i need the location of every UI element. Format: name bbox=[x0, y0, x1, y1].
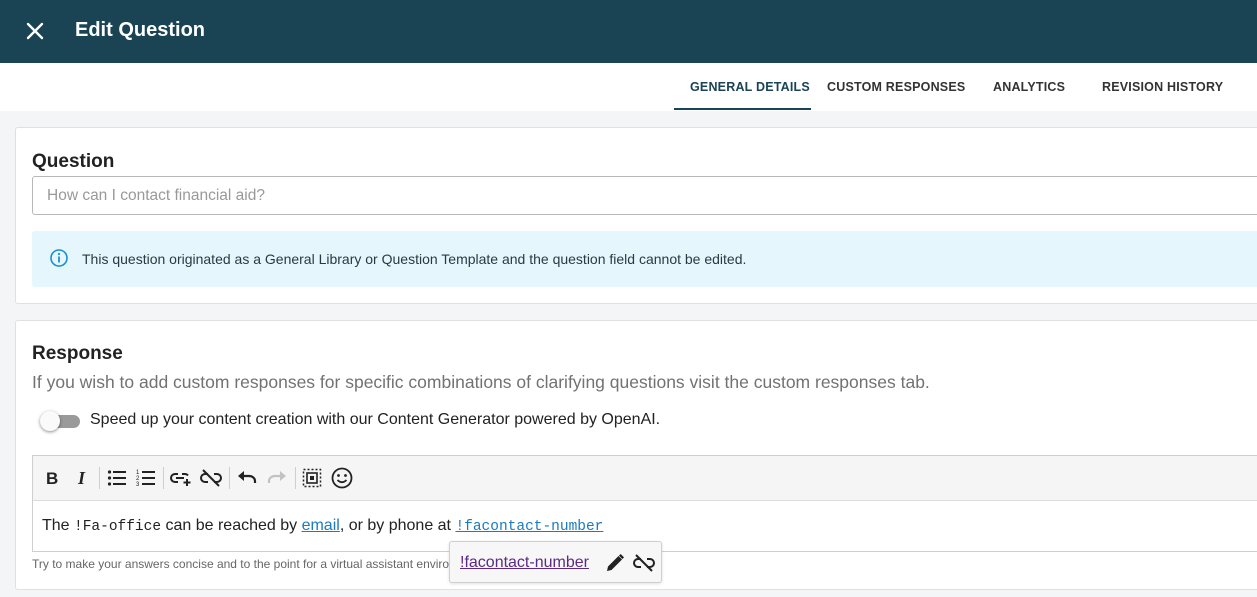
tab-general-details[interactable]: GENERAL DETAILS bbox=[690, 80, 810, 94]
numbered-list-icon[interactable]: 1 2 3 bbox=[133, 466, 159, 490]
content-text: can be reached by bbox=[161, 517, 302, 534]
pencil-icon[interactable] bbox=[603, 551, 627, 575]
unlink-icon[interactable] bbox=[632, 551, 656, 575]
tab-custom-responses[interactable]: CUSTOM RESPONSES bbox=[827, 80, 965, 94]
toggle-knob bbox=[40, 411, 60, 431]
notice-text: This question originated as a General Li… bbox=[82, 251, 747, 267]
svg-text:I: I bbox=[77, 469, 86, 487]
emoji-icon[interactable] bbox=[329, 466, 355, 490]
svg-text:3: 3 bbox=[136, 482, 140, 487]
tab-bar: GENERAL DETAILS CUSTOM RESPONSES ANALYTI… bbox=[0, 63, 1257, 111]
editor-toolbar: B I 1 2 3 bbox=[33, 456, 1257, 501]
close-icon[interactable] bbox=[24, 20, 46, 42]
redo-icon[interactable] bbox=[264, 466, 290, 490]
question-heading: Question bbox=[32, 151, 115, 172]
response-subtitle: If you wish to add custom responses for … bbox=[32, 372, 930, 392]
popover-link[interactable]: !facontact-number bbox=[460, 554, 589, 572]
svg-text:B: B bbox=[46, 469, 58, 487]
link-popover: !facontact-number bbox=[449, 541, 662, 583]
variable-code: !Fa-office bbox=[74, 519, 162, 535]
toolbar-divider bbox=[229, 467, 230, 489]
unlink-icon[interactable] bbox=[198, 466, 224, 490]
italic-icon[interactable]: I bbox=[69, 466, 95, 490]
content-generator-toggle[interactable] bbox=[40, 410, 80, 432]
toolbar-divider bbox=[295, 467, 296, 489]
select-all-icon[interactable] bbox=[299, 466, 325, 490]
content-text: , or by phone at bbox=[339, 517, 456, 534]
toggle-label: Speed up your content creation with our … bbox=[90, 411, 661, 428]
page-title: Edit Question bbox=[75, 19, 205, 41]
phone-variable-link[interactable]: !facontact-number bbox=[455, 519, 603, 535]
question-card: Question This question originated as a G… bbox=[15, 127, 1257, 304]
tab-revision-history[interactable]: REVISION HISTORY bbox=[1102, 80, 1223, 94]
response-hint: Try to make your answers concise and to … bbox=[32, 557, 450, 571]
bullet-list-icon[interactable] bbox=[104, 466, 130, 490]
toolbar-divider bbox=[163, 467, 164, 489]
app-header: Edit Question bbox=[0, 0, 1257, 63]
email-link[interactable]: email bbox=[302, 517, 340, 534]
response-heading: Response bbox=[32, 343, 123, 364]
toolbar-divider bbox=[99, 467, 100, 489]
tab-analytics[interactable]: ANALYTICS bbox=[993, 80, 1065, 94]
question-input[interactable] bbox=[32, 176, 1257, 215]
info-icon bbox=[49, 248, 69, 268]
active-tab-indicator bbox=[674, 108, 811, 110]
undo-icon[interactable] bbox=[234, 466, 260, 490]
content-text: The bbox=[42, 517, 75, 534]
bold-icon[interactable]: B bbox=[39, 466, 65, 490]
rich-text-editor[interactable]: B I 1 2 3 The !Fa-office can be reached … bbox=[32, 455, 1257, 552]
notice-banner: This question originated as a General Li… bbox=[32, 231, 1257, 287]
editor-content[interactable]: The !Fa-office can be reached by email, … bbox=[42, 517, 603, 535]
insert-link-icon[interactable] bbox=[168, 466, 194, 490]
